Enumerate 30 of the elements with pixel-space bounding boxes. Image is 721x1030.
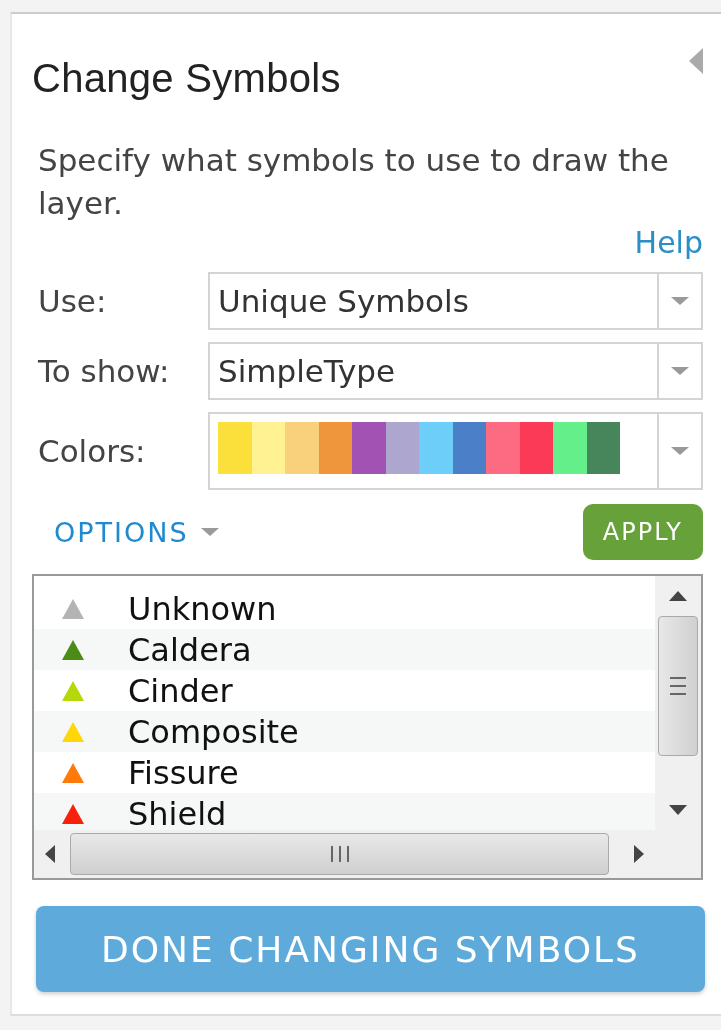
vertical-scrollbar[interactable]	[655, 576, 701, 830]
field-label: To show:	[37, 353, 171, 389]
dropdown-arrow-icon	[669, 295, 691, 307]
symbol-label[interactable]: Fissure	[128, 753, 239, 792]
options-link[interactable]: OPTIONS	[32, 516, 221, 548]
panel-title: Change Symbols	[32, 56, 341, 101]
field-label: Use:	[37, 283, 108, 319]
scroll-thumb[interactable]	[70, 833, 609, 875]
dropdown-arrow-icon	[669, 365, 691, 377]
symbol-label[interactable]: Unknown	[128, 589, 277, 628]
grip-icon	[669, 675, 687, 697]
symbol-label[interactable]: Cinder	[128, 671, 233, 710]
symbol-label[interactable]: Shield	[128, 794, 227, 830]
scroll-up-icon[interactable]	[668, 590, 688, 602]
dropdown[interactable]: Unique Symbols	[208, 272, 703, 330]
symbol-label[interactable]: Caldera	[128, 630, 252, 669]
scroll-left-icon[interactable]	[44, 844, 56, 864]
scroll-right-icon[interactable]	[633, 844, 645, 864]
field-label: Colors:	[37, 433, 147, 469]
dropdown[interactable]: SimpleType	[208, 342, 703, 400]
description-text: Specify what symbols to use to draw the layer.	[38, 141, 670, 223]
dropdown-value: SimpleType	[217, 352, 397, 391]
help-link[interactable]: Help	[634, 225, 703, 260]
scroll-down-icon[interactable]	[668, 804, 688, 816]
horizontal-scrollbar[interactable]	[34, 830, 655, 878]
dropdown-value: Unique Symbols	[217, 282, 470, 321]
grip-icon	[328, 845, 351, 863]
scroll-thumb[interactable]	[658, 616, 698, 756]
dropdown-arrow-icon	[669, 445, 691, 457]
color-ramp-dropdown[interactable]	[208, 412, 703, 490]
